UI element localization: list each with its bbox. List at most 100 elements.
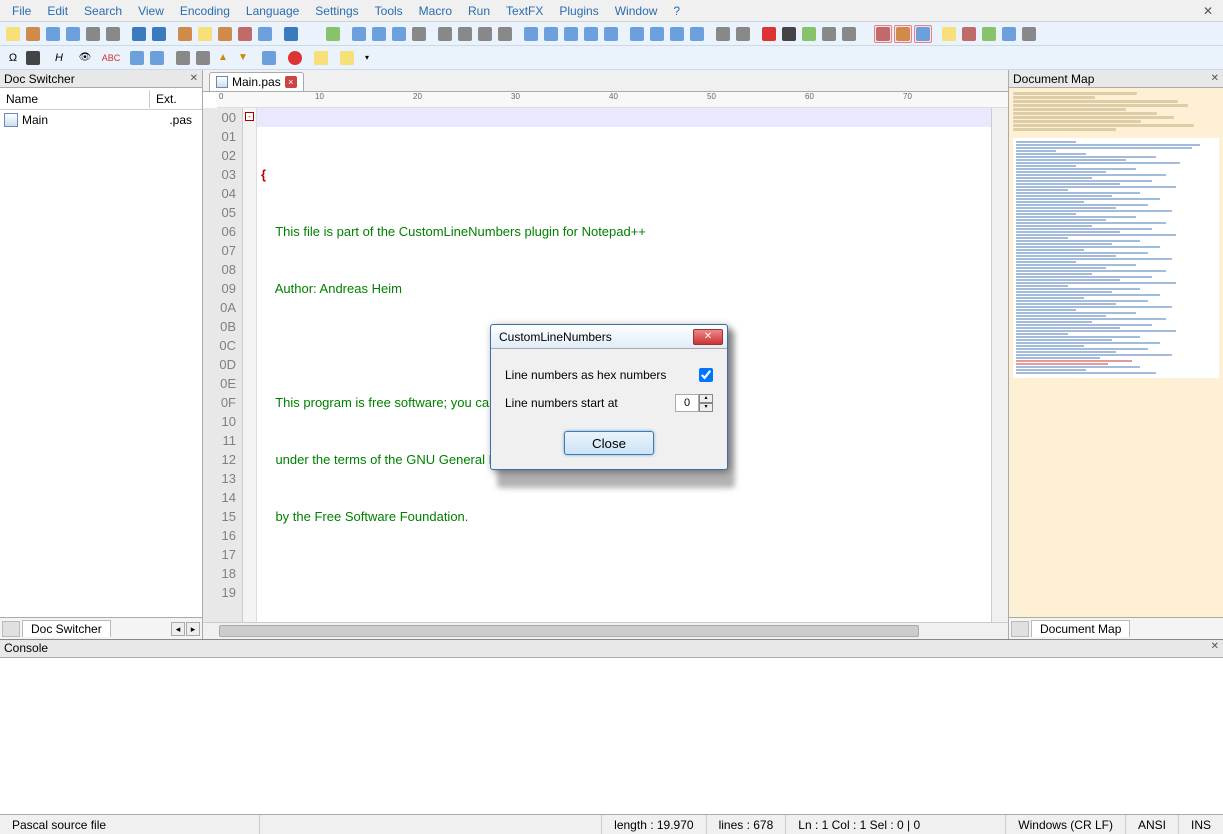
window-close-icon[interactable]: ✕: [1197, 4, 1219, 18]
plugin-b-icon[interactable]: [894, 25, 912, 43]
horizontal-scrollbar[interactable]: [203, 622, 1008, 639]
tb2-tri-up-icon[interactable]: ▲: [214, 49, 232, 67]
doc-switcher-tab[interactable]: Doc Switcher: [22, 620, 111, 637]
tb2-omega-icon[interactable]: Ω: [4, 49, 22, 67]
bookmark-clear-icon[interactable]: [410, 25, 428, 43]
menu-tools[interactable]: Tools: [367, 2, 411, 20]
file-tab-close-icon[interactable]: ×: [285, 76, 297, 88]
undo-icon[interactable]: [130, 25, 148, 43]
save-all-icon[interactable]: [64, 25, 82, 43]
zoom-in-icon[interactable]: [628, 25, 646, 43]
tb2-eye-icon[interactable]: 👁: [76, 49, 94, 67]
tb2-sort-up-icon[interactable]: [148, 49, 166, 67]
tb2-tri-down-icon[interactable]: ▼: [234, 49, 252, 67]
sync-h-icon[interactable]: [688, 25, 706, 43]
doc-switcher-row[interactable]: Main .pas: [0, 110, 202, 130]
save-macro-icon[interactable]: [840, 25, 858, 43]
scroll-right-icon[interactable]: ▸: [186, 622, 200, 636]
uncomment-icon[interactable]: [496, 25, 514, 43]
docmap-tab-icon[interactable]: [1011, 621, 1029, 637]
console-body[interactable]: [0, 658, 1223, 814]
open-file-icon[interactable]: [24, 25, 42, 43]
doc-switcher-close-icon[interactable]: ✕: [190, 73, 198, 84]
status-encoding[interactable]: ANSI: [1126, 815, 1179, 834]
tb2-spellcheck-icon[interactable]: ABC: [102, 49, 120, 67]
plugin-c-icon[interactable]: [914, 25, 932, 43]
menu-plugins[interactable]: Plugins: [551, 2, 606, 20]
tb2-sort-down-icon[interactable]: [128, 49, 146, 67]
tb2-markdown-icon[interactable]: [24, 49, 42, 67]
spin-down-icon[interactable]: ▾: [699, 403, 713, 412]
dialog-titlebar[interactable]: CustomLineNumbers ✕: [491, 325, 727, 349]
bookmark-next-icon[interactable]: [370, 25, 388, 43]
nav-back-icon[interactable]: [324, 25, 342, 43]
new-file-icon[interactable]: [4, 25, 22, 43]
document-map-close-icon[interactable]: ✕: [1211, 73, 1219, 84]
console-close-icon[interactable]: ✕: [1211, 641, 1219, 656]
delete-icon[interactable]: [236, 25, 254, 43]
print-icon[interactable]: [104, 25, 122, 43]
menu-encoding[interactable]: Encoding: [172, 2, 238, 20]
zoom-out-icon[interactable]: [648, 25, 666, 43]
stop-icon[interactable]: [780, 25, 798, 43]
spin-up-icon[interactable]: ▴: [699, 394, 713, 403]
select-all-icon[interactable]: [256, 25, 274, 43]
folder-tree-icon[interactable]: [602, 25, 620, 43]
plugin-h-icon[interactable]: [1020, 25, 1038, 43]
menu-language[interactable]: Language: [238, 2, 307, 20]
wordwrap-icon[interactable]: [522, 25, 540, 43]
vertical-scrollbar[interactable]: [991, 108, 1008, 622]
dialog-close-icon[interactable]: ✕: [693, 329, 723, 345]
bookmark-prev-icon[interactable]: [390, 25, 408, 43]
bookmark-toggle-icon[interactable]: [350, 25, 368, 43]
tb2-heading-icon[interactable]: H: [50, 49, 68, 67]
record-icon[interactable]: [760, 25, 778, 43]
menu-settings[interactable]: Settings: [307, 2, 366, 20]
save-icon[interactable]: [44, 25, 62, 43]
tb2-flag-icon[interactable]: [312, 49, 330, 67]
plugin-a-icon[interactable]: [874, 25, 892, 43]
status-ovr[interactable]: INS: [1179, 815, 1223, 834]
plugin-f-icon[interactable]: [980, 25, 998, 43]
plugin-e-icon[interactable]: [960, 25, 978, 43]
menu-view[interactable]: View: [130, 2, 172, 20]
fold-toggle-icon[interactable]: -: [245, 112, 254, 121]
status-eol[interactable]: Windows (CR LF): [1006, 815, 1126, 834]
func-list-icon[interactable]: [582, 25, 600, 43]
document-map-tab[interactable]: Document Map: [1031, 620, 1130, 637]
menu-search[interactable]: Search: [76, 2, 130, 20]
tb2-dropdown-icon[interactable]: ▾: [358, 49, 376, 67]
grid-icon[interactable]: [714, 25, 732, 43]
show-all-chars-icon[interactable]: [542, 25, 560, 43]
play-icon[interactable]: [800, 25, 818, 43]
hex-checkbox[interactable]: [699, 368, 713, 382]
grid2-icon[interactable]: [734, 25, 752, 43]
redo-icon[interactable]: [150, 25, 168, 43]
menu-edit[interactable]: Edit: [39, 2, 76, 20]
document-map-view[interactable]: [1009, 88, 1223, 617]
comment-icon[interactable]: [476, 25, 494, 43]
tb2-doc-icon[interactable]: [338, 49, 356, 67]
sync-v-icon[interactable]: [668, 25, 686, 43]
cut-icon[interactable]: [176, 25, 194, 43]
outdent-icon[interactable]: [456, 25, 474, 43]
menu-window[interactable]: Window: [607, 2, 666, 20]
tb2-table-icon[interactable]: [260, 49, 278, 67]
find-icon[interactable]: [282, 25, 300, 43]
close-icon[interactable]: [84, 25, 102, 43]
plugin-d-icon[interactable]: [940, 25, 958, 43]
menu-help[interactable]: ?: [665, 2, 688, 20]
doc-switcher-col-ext[interactable]: Ext.: [150, 90, 202, 108]
plugin-g-icon[interactable]: [1000, 25, 1018, 43]
file-tab-main[interactable]: Main.pas ×: [209, 72, 304, 91]
omega-tab-icon[interactable]: [2, 621, 20, 637]
indent-guide-icon[interactable]: [562, 25, 580, 43]
tb2-case2-icon[interactable]: [194, 49, 212, 67]
menu-file[interactable]: File: [4, 2, 39, 20]
paste-icon[interactable]: [216, 25, 234, 43]
menu-textfx[interactable]: TextFX: [498, 2, 551, 20]
close-button[interactable]: Close: [564, 431, 654, 455]
scroll-left-icon[interactable]: ◂: [171, 622, 185, 636]
doc-switcher-col-name[interactable]: Name: [0, 90, 150, 108]
play-multi-icon[interactable]: [820, 25, 838, 43]
